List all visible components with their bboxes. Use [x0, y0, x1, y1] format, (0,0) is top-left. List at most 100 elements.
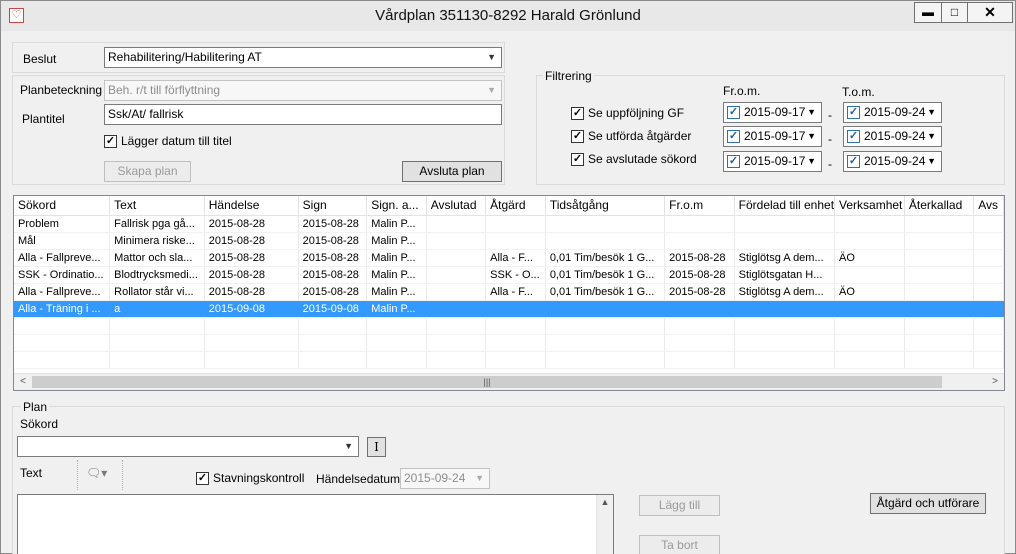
horizontal-scrollbar[interactable]: < ||| > [14, 373, 1004, 390]
grid-column-header[interactable]: Verksamhet [834, 196, 905, 216]
table-cell [664, 232, 735, 250]
empty-cell [485, 334, 546, 352]
ta-bort-button[interactable]: Ta bort [639, 535, 720, 554]
scroll-up-icon[interactable]: ▲ [597, 497, 613, 507]
title-bar[interactable]: ♡ Vårdplan 351130-8292 Harald Grönlund ▬… [1, 1, 1015, 31]
table-cell: SSK - O... [485, 266, 546, 284]
skapa-plan-button[interactable]: Skapa plan [104, 161, 191, 182]
table-row[interactable]: Alla - Fallpreve... Rollator står vi... 20… [14, 283, 1004, 301]
from-date-checkbox[interactable]: ✓ [727, 130, 740, 143]
avslutade-from-date[interactable]: ✓ 2015-09-17 ▼ [723, 151, 822, 172]
table-cell [904, 249, 975, 267]
chevron-down-icon: ▼ [344, 441, 353, 451]
lagger-datum-checkbox[interactable]: ✓ [104, 135, 117, 148]
from-date-checkbox[interactable]: ✓ [727, 106, 740, 119]
table-cell: 2015-08-28 [298, 249, 368, 267]
grid-column-header[interactable]: Text [109, 196, 205, 216]
table-cell: Mattor och sla... [109, 249, 205, 267]
grid-column-header[interactable]: Åtgärd [485, 196, 546, 216]
vardplan-grid[interactable]: Sökord Text Händelse Sign Sign. a... Avslutad… [13, 195, 1005, 391]
empty-cell [204, 317, 299, 335]
se-avslutade-checkbox[interactable]: ✓ [571, 153, 584, 166]
table-cell: 2015-08-28 [298, 232, 368, 250]
utforda-to-date[interactable]: ✓ 2015-09-24 ▼ [843, 126, 942, 147]
utforda-from-date[interactable]: ✓ 2015-09-17 ▼ [723, 126, 822, 147]
grid-header-row: Sökord Text Händelse Sign Sign. a... Avslutad… [14, 196, 1004, 216]
uppfoljning-from-date[interactable]: ✓ 2015-09-17 ▼ [723, 102, 822, 123]
atgard-och-utforare-button[interactable]: Åtgärd och utförare [870, 493, 986, 514]
close-button[interactable]: ✕ [967, 2, 1013, 23]
empty-cell [734, 334, 836, 352]
empty-cell [973, 351, 1004, 369]
table-cell [834, 266, 905, 284]
table-cell: Minimera riske... [109, 232, 205, 250]
to-date-checkbox[interactable]: ✓ [847, 130, 860, 143]
handelsedatum-select[interactable]: 2015-09-24 ▼ [400, 468, 490, 489]
scroll-thumb[interactable]: ||| [32, 376, 942, 388]
table-row[interactable]: Problem Fallrisk pga gå... 2015-08-28 2015-… [14, 215, 1004, 233]
date-value: 2015-09-24 [864, 154, 926, 168]
grid-table: Sökord Text Händelse Sign Sign. a... Avslutad… [14, 196, 1004, 369]
avslutade-to-date[interactable]: ✓ 2015-09-24 ▼ [843, 151, 942, 172]
empty-cell [426, 317, 487, 335]
stavningskontroll-checkbox[interactable]: ✓ [196, 472, 209, 485]
plantitel-input[interactable]: Ssk/At/ fallrisk [104, 104, 502, 125]
beslut-select[interactable]: Rehabilitering/Habilitering AT ▼ [104, 47, 502, 68]
maximize-button[interactable]: □ [941, 2, 968, 23]
se-utforda-checkbox[interactable]: ✓ [571, 130, 584, 143]
to-date-checkbox[interactable]: ✓ [847, 155, 860, 168]
table-cell: 2015-08-28 [664, 283, 735, 301]
scroll-right-icon[interactable]: > [987, 375, 1003, 390]
table-cell [664, 300, 735, 318]
table-cell: 0,01 Tim/besök 1 G... [545, 266, 666, 284]
table-cell: Stiglötsg A dem... [734, 283, 836, 301]
sokord-select[interactable]: ▼ [17, 436, 359, 457]
from-date-checkbox[interactable]: ✓ [727, 155, 740, 168]
table-row[interactable]: Mål Minimera riske... 2015-08-28 2015-08-28… [14, 232, 1004, 250]
avsluta-plan-button[interactable]: Avsluta plan [402, 161, 502, 182]
grid-column-header[interactable]: Avslutad [426, 196, 487, 216]
grid-column-header[interactable]: Sign [298, 196, 368, 216]
grid-column-header[interactable]: Tidsåtgång [545, 196, 666, 216]
grid-column-header[interactable]: Sign. a... [366, 196, 427, 216]
table-row[interactable]: Alla - Fallpreve... Mattor och sla... 2015… [14, 249, 1004, 267]
scroll-left-icon[interactable]: < [15, 375, 31, 390]
table-cell [904, 283, 975, 301]
table-row[interactable]: SSK - Ordinatio... Blodtrycksmedi... 2015-… [14, 266, 1004, 284]
speech-bubble-icon[interactable]: 🗨︎▾ [86, 466, 107, 480]
plan-text-area[interactable]: ▲ [17, 494, 614, 554]
grid-column-header[interactable]: Händelse [204, 196, 299, 216]
empty-cell [545, 334, 666, 352]
table-cell: 2015-08-28 [204, 283, 299, 301]
lagg-till-button[interactable]: Lägg till [639, 495, 720, 516]
toolbar-separator [77, 460, 78, 490]
table-cell: 2015-09-08 [204, 300, 299, 318]
empty-cell [109, 334, 205, 352]
chevron-down-icon: ▼ [475, 473, 484, 483]
se-uppfoljning-checkbox[interactable]: ✓ [571, 107, 584, 120]
table-cell: Malin P... [366, 249, 427, 267]
uppfoljning-to-date[interactable]: ✓ 2015-09-24 ▼ [843, 102, 942, 123]
table-row[interactable]: Alla - Träning i ... a 2015-09-08 2015-09-0… [14, 300, 1004, 318]
text-label: Text [20, 466, 43, 480]
info-button[interactable]: I [367, 437, 386, 457]
empty-cell [298, 317, 368, 335]
grid-column-header[interactable]: Fördelad till enhet [734, 196, 836, 216]
chevron-down-icon: ▼ [487, 52, 496, 62]
minimize-button[interactable]: ▬ [914, 2, 942, 23]
vertical-scrollbar[interactable]: ▲ [596, 495, 613, 554]
grid-column-header[interactable]: Sökord [14, 196, 111, 216]
empty-cell [366, 351, 427, 369]
table-cell: Malin P... [366, 215, 427, 233]
dash: - [828, 108, 832, 122]
chevron-down-icon: ▼ [807, 107, 816, 117]
table-cell [973, 266, 1004, 284]
grid-column-header[interactable]: Återkallad [904, 196, 975, 216]
grid-column-header[interactable]: Avs [973, 196, 1004, 216]
table-cell: 2015-08-28 [664, 249, 735, 267]
planbeteckning-select: Beh. r/t till förflyttning ▼ [104, 80, 502, 101]
grid-column-header[interactable]: Fr.o.m [664, 196, 735, 216]
empty-cell [109, 317, 205, 335]
table-cell: Alla - Träning i ... [14, 300, 111, 318]
to-date-checkbox[interactable]: ✓ [847, 106, 860, 119]
